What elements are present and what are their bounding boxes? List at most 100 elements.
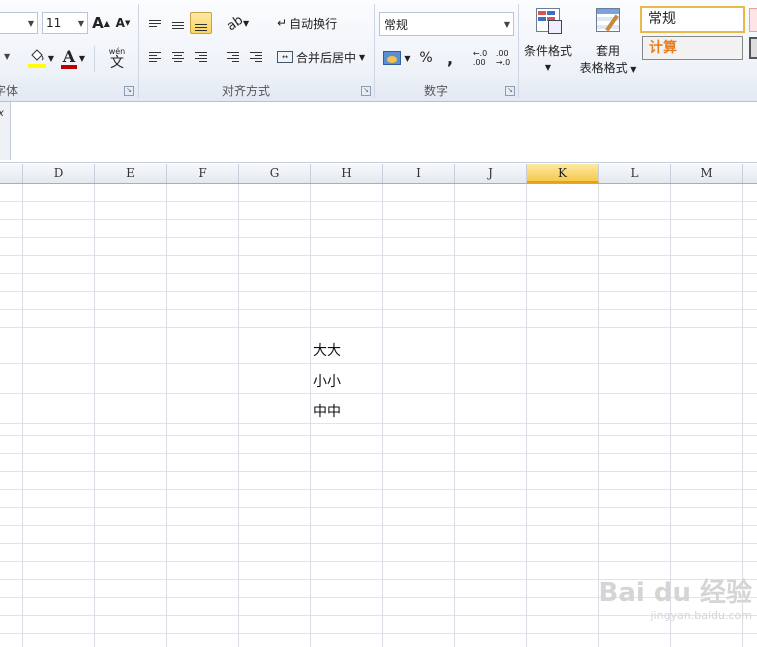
phonetic-char: 文 [110,54,124,71]
align-middle-button[interactable] [167,12,189,34]
group-separator [138,4,139,98]
number-format-combo[interactable]: 常规 ▼ [379,12,514,36]
grid-line [454,334,455,424]
column-header-i[interactable]: I [383,164,455,183]
align-top-button[interactable] [144,12,166,34]
increase-indent-button[interactable] [245,46,267,68]
style-check[interactable] [749,37,757,59]
ribbon: ▼ 11 ▼ A ▲ A ▼ ▼ ▼ A ▼ wén 文 字体 ↘ ab ▼ ↵… [0,0,757,102]
dialog-launcher-icon[interactable]: ↘ [505,86,515,96]
wrap-text-button[interactable]: ↵ 自动换行 [276,12,348,34]
cell-h-text[interactable]: 小小 [313,371,341,391]
style-calculation[interactable]: 计算 [642,36,743,60]
table-format-label-row: 表格格式 ▼ [579,61,637,75]
column-header-k[interactable]: K [527,164,599,183]
accounting-format-button[interactable]: ▼ [380,46,414,70]
shrink-font-button[interactable]: A ▼ [114,12,132,34]
group-separator [518,4,519,98]
align-middle-icon [172,20,184,31]
font-color-button[interactable]: A ▼ [58,46,88,70]
font-size-value: 11 [46,16,62,30]
column-header-h[interactable]: H [311,164,383,183]
column-header-row: D E F G H I J K L M [0,164,757,184]
align-right-button[interactable] [190,46,212,68]
font-size-combo[interactable]: 11 ▼ [42,12,88,34]
formula-bar: x [0,102,757,163]
orientation-icon: ab [223,12,246,34]
grid-line [382,334,383,424]
font-color-letter: A [62,47,76,66]
orientation-button[interactable]: ab ▼ [224,12,252,34]
cell-h-text[interactable]: 大大 [313,340,341,360]
comma-style-button[interactable]: , [440,46,460,70]
chevron-down-icon[interactable]: ▼ [4,52,10,61]
table-format-label-2: 表格格式 [579,61,628,75]
increase-decimal-icon: ←.0.00 [472,49,488,67]
style-bad[interactable] [749,8,757,32]
column-header-d[interactable]: D [23,164,95,183]
align-bottom-button[interactable] [190,12,212,34]
percent-label: % [419,50,433,66]
formula-input[interactable] [12,102,757,160]
phonetic-button[interactable]: wén 文 [100,46,134,72]
align-bottom-icon [195,22,207,33]
column-header-g[interactable]: G [239,164,311,183]
decrease-indent-icon [227,50,239,64]
grid-line [526,334,527,424]
grid-line [166,334,167,424]
style-normal[interactable]: 常规 [640,6,745,33]
fx-area[interactable]: x [0,102,11,160]
percent-style-button[interactable]: % [416,46,436,70]
font-name-combo[interactable]: ▼ [0,12,38,34]
column-header-n[interactable] [743,164,757,183]
tall-rows: 大大 小小 中中 [0,334,757,424]
grid-line [0,393,757,394]
number-group-label: 数字 [423,84,448,98]
grid-line [670,334,671,424]
increase-indent-icon [250,50,262,64]
style-calc-label: 计算 [649,40,677,56]
dialog-launcher-icon[interactable]: ↘ [361,86,371,96]
increase-decimal-button[interactable]: ←.0.00 [470,46,490,70]
format-as-table-button[interactable]: 套用 表格格式 ▼ [578,4,638,76]
watermark: Bai du 经验 jingyan.baidu.com [582,572,753,634]
grid-line [0,423,757,424]
merge-center-button[interactable]: ↔ 合并后居中 ▼ [276,46,370,68]
column-header-f[interactable]: F [167,164,239,183]
merge-center-label: 合并后居中 [296,50,357,65]
dialog-launcher-icon[interactable]: ↘ [124,86,134,96]
grid-line [0,363,757,364]
column-header-l[interactable]: L [599,164,671,183]
grid-line [742,334,743,424]
chevron-down-icon: ▼ [544,63,552,72]
chevron-down-icon: ▼ [503,19,510,29]
chevron-down-icon: ▼ [77,18,84,28]
wrap-text-icon: ↵ [277,16,288,30]
column-header-m[interactable]: M [671,164,743,183]
row-header-corner[interactable] [0,164,23,183]
comma-label: , [446,48,454,68]
align-center-button[interactable] [167,46,189,68]
watermark-brand: Bai du 经验 [598,578,753,608]
chevron-down-icon: ▼ [27,18,34,28]
cell-h-text[interactable]: 中中 [313,401,341,421]
fill-color-button[interactable]: ▼ [26,46,56,70]
column-header-j[interactable]: J [455,164,527,183]
decrease-indent-button[interactable] [222,46,244,68]
font-color-icon: A [60,47,77,69]
grid-line [94,334,95,424]
grow-font-button[interactable]: A ▲ [92,12,110,34]
number-format-value: 常规 [384,17,409,32]
paint-bucket-icon [27,48,46,68]
column-header-e[interactable]: E [95,164,167,183]
conditional-format-button[interactable]: 条件格式 ▼ [520,4,576,76]
align-left-icon [149,50,161,64]
wrap-text-label: 自动换行 [289,16,338,31]
decrease-decimal-icon: .00 →.0 [495,49,511,67]
align-right-icon [195,50,207,64]
decrease-decimal-button[interactable]: .00 →.0 [493,46,513,70]
font-group-label: 字体 [0,84,19,98]
align-top-icon [149,18,161,29]
align-left-button[interactable] [144,46,166,68]
grid-line [598,334,599,424]
